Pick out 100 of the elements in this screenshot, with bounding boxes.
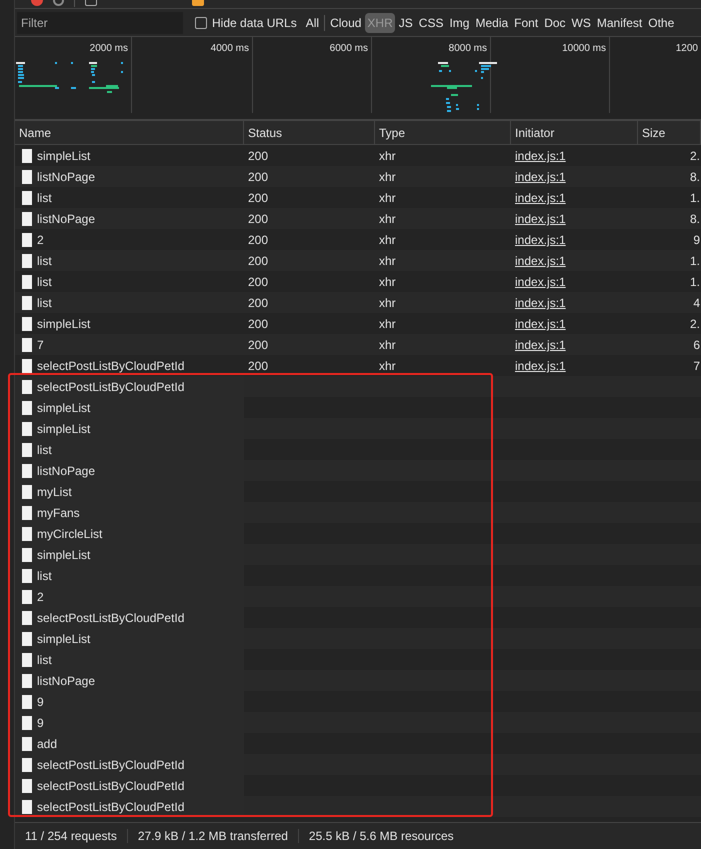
- initiator-link[interactable]: index.js:1: [515, 296, 566, 310]
- document-icon: [22, 296, 32, 310]
- document-icon: [22, 338, 32, 352]
- request-name[interactable]: listNoPage: [37, 464, 96, 478]
- document-icon: [22, 674, 32, 688]
- column-header[interactable]: Initiator: [515, 126, 554, 140]
- type-filter-button[interactable]: WS: [570, 12, 593, 32]
- type-filter-button[interactable]: JS: [396, 12, 415, 32]
- type-filter-button[interactable]: Othe: [646, 12, 676, 32]
- request-name[interactable]: list: [37, 296, 52, 310]
- initiator-link[interactable]: index.js:1: [515, 233, 566, 247]
- request-name[interactable]: selectPostListByCloudPetId: [37, 380, 184, 394]
- status-text: 25.5 kB / 5.6 MB resources: [308, 829, 455, 843]
- document-icon: [22, 442, 32, 456]
- document-icon: [22, 526, 32, 540]
- size-cell: 6: [693, 338, 700, 352]
- status-text: 11 / 254 requests: [15, 829, 128, 843]
- document-icon: [22, 190, 32, 204]
- request-name[interactable]: simpleList: [37, 400, 90, 414]
- document-icon: [22, 316, 32, 330]
- request-name[interactable]: simpleList: [37, 422, 90, 436]
- document-icon: [22, 506, 32, 520]
- type-filter-button[interactable]: Font: [512, 12, 540, 32]
- column-header[interactable]: Name: [19, 126, 52, 140]
- document-icon: [22, 736, 32, 750]
- initiator-link[interactable]: index.js:1: [515, 212, 566, 226]
- column-header[interactable]: Type: [379, 126, 406, 140]
- column-header[interactable]: Size: [642, 126, 666, 140]
- request-name[interactable]: selectPostListByCloudPetId: [37, 758, 184, 772]
- request-name[interactable]: add: [37, 736, 58, 750]
- request-name[interactable]: 7: [37, 338, 44, 352]
- document-icon: [22, 422, 32, 436]
- type-cell: xhr: [379, 233, 396, 247]
- document-icon: [22, 652, 32, 666]
- request-name[interactable]: 9: [37, 716, 44, 730]
- type-cell: xhr: [379, 170, 396, 184]
- request-name[interactable]: list: [37, 442, 52, 456]
- type-cell: xhr: [379, 296, 396, 310]
- type-cell: xhr: [379, 191, 396, 205]
- initiator-link[interactable]: index.js:1: [515, 149, 566, 163]
- status-cell: 200: [248, 254, 268, 268]
- request-name[interactable]: simpleList: [37, 148, 90, 162]
- request-name[interactable]: list: [37, 652, 52, 666]
- type-filter-button[interactable]: Media: [473, 12, 510, 32]
- checkbox[interactable]: [195, 16, 207, 28]
- type-filter-button[interactable]: All: [304, 12, 322, 32]
- type-filter-button[interactable]: CSS: [416, 12, 446, 32]
- status-cell: 200: [248, 170, 268, 184]
- type-cell: xhr: [379, 254, 396, 268]
- request-name[interactable]: list: [37, 254, 52, 268]
- document-icon: [22, 274, 32, 288]
- type-filter-button[interactable]: Doc: [542, 12, 568, 32]
- document-icon: [22, 380, 32, 394]
- filter-field[interactable]: Filter: [17, 12, 183, 34]
- request-name[interactable]: 2: [37, 590, 44, 604]
- initiator-link[interactable]: index.js:1: [515, 359, 566, 373]
- request-name[interactable]: listNoPage: [37, 170, 96, 184]
- initiator-link[interactable]: index.js:1: [515, 338, 566, 352]
- time-tick-label: 1200: [676, 43, 698, 54]
- request-name[interactable]: list: [37, 568, 52, 582]
- request-name[interactable]: simpleList: [37, 632, 90, 646]
- status-cell: 200: [248, 233, 268, 247]
- request-name[interactable]: list: [37, 274, 52, 288]
- size-cell: 8.: [690, 212, 700, 226]
- type-cell: xhr: [379, 212, 396, 226]
- request-name[interactable]: myFans: [37, 506, 80, 520]
- request-name[interactable]: listNoPage: [37, 212, 96, 226]
- initiator-link[interactable]: index.js:1: [515, 275, 566, 289]
- request-name[interactable]: selectPostListByCloudPetId: [37, 358, 184, 372]
- time-tick-label: 6000 ms: [330, 43, 368, 54]
- size-cell: 8.: [690, 170, 700, 184]
- document-icon: [22, 484, 32, 498]
- initiator-link[interactable]: index.js:1: [515, 191, 566, 205]
- document-icon: [22, 148, 32, 162]
- type-filter-button[interactable]: Cloud: [328, 12, 364, 32]
- type-filter-button[interactable]: Img: [447, 12, 472, 32]
- request-name[interactable]: list: [37, 190, 52, 204]
- request-name[interactable]: myList: [37, 484, 72, 498]
- request-name[interactable]: simpleList: [37, 316, 90, 330]
- status-cell: 200: [248, 275, 268, 289]
- size-cell: 4: [693, 296, 700, 310]
- status-cell: 200: [248, 317, 268, 331]
- request-name[interactable]: listNoPage: [37, 674, 96, 688]
- checkbox-label: Hide data URLs: [212, 16, 297, 30]
- document-icon: [22, 778, 32, 792]
- document-icon: [22, 212, 32, 226]
- initiator-link[interactable]: index.js:1: [515, 254, 566, 268]
- column-header[interactable]: Status: [248, 126, 282, 140]
- request-name[interactable]: simpleList: [37, 548, 90, 562]
- request-name[interactable]: 2: [37, 232, 44, 246]
- initiator-link[interactable]: index.js:1: [515, 317, 566, 331]
- request-name[interactable]: selectPostListByCloudPetId: [37, 800, 184, 814]
- type-cell: xhr: [379, 275, 396, 289]
- size-cell: 2.: [690, 317, 700, 331]
- size-cell: 1.: [690, 254, 700, 268]
- size-cell: 2.: [690, 149, 700, 163]
- request-name[interactable]: 9: [37, 694, 44, 708]
- request-name[interactable]: myCircleList: [37, 526, 102, 540]
- initiator-link[interactable]: index.js:1: [515, 170, 566, 184]
- type-filter-button[interactable]: Manifest: [594, 12, 644, 32]
